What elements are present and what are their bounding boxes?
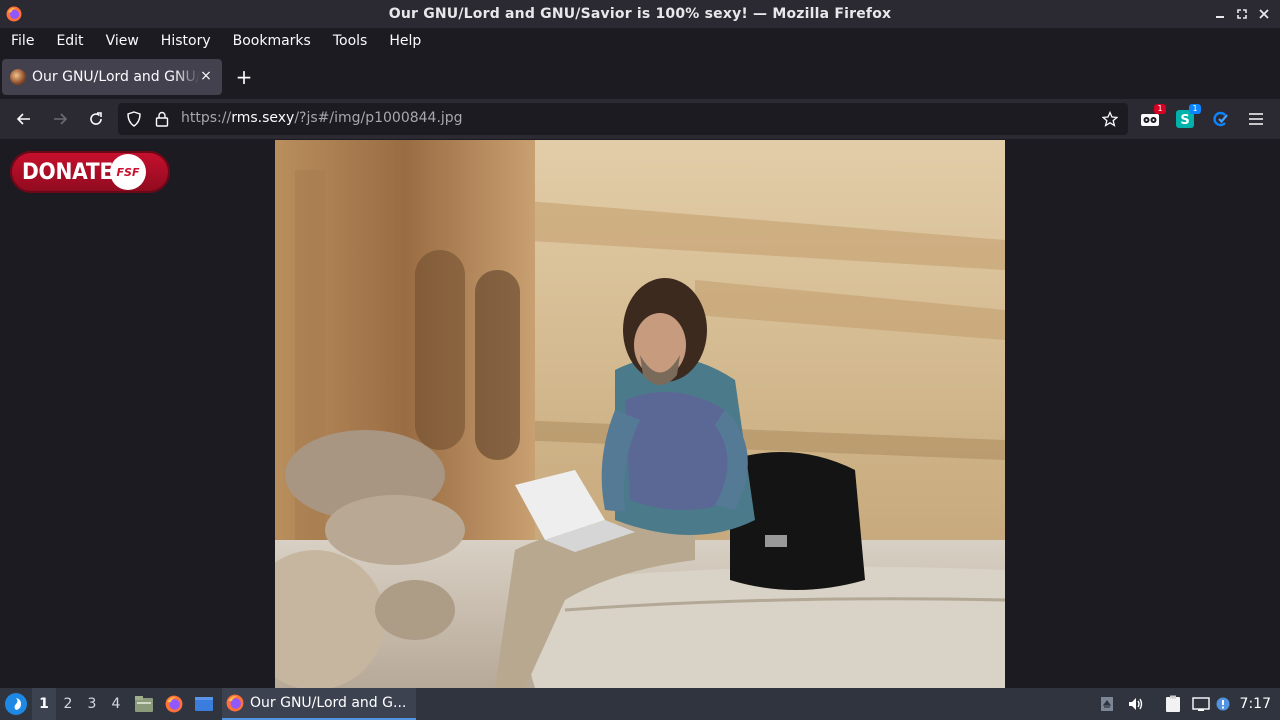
firefox-icon: [165, 695, 183, 713]
photo-main-image: [275, 140, 1005, 688]
desktop-launcher[interactable]: [193, 688, 215, 720]
updates-notification-icon[interactable]: [1214, 688, 1232, 720]
network-icon[interactable]: [1190, 688, 1212, 720]
taskbar-window-firefox[interactable]: Our GNU/Lord and G...: [222, 688, 416, 720]
hamburger-menu-icon: [1249, 113, 1263, 125]
url-bar[interactable]: https://rms.sexy/?js#/img/p1000844.jpg: [118, 103, 1128, 135]
workspace-4[interactable]: 4: [104, 688, 128, 720]
donate-button[interactable]: DONATE FSF: [10, 151, 170, 193]
menu-bar: File Edit View History Bookmarks Tools H…: [0, 28, 1280, 55]
menu-view[interactable]: View: [95, 28, 150, 55]
tray-eject-icon[interactable]: [1098, 688, 1116, 720]
maximize-icon[interactable]: [1234, 6, 1250, 22]
extension-badge: 1: [1189, 104, 1201, 114]
tab-strip: Our GNU/Lord and GNU/Savior is 100% sexy…: [0, 55, 1280, 99]
page-content: DONATE FSF: [0, 139, 1280, 688]
donate-label: DONATE: [22, 159, 114, 185]
reload-icon: [90, 112, 102, 125]
firefox-icon: [226, 694, 244, 712]
distro-logo-icon: [14, 698, 21, 710]
tab-label: Our GNU/Lord and GNU/Savior is 100% sexy…: [32, 69, 200, 85]
forward-arrow-icon: [54, 113, 68, 125]
menu-history[interactable]: History: [150, 28, 222, 55]
volume-icon[interactable]: [1126, 688, 1146, 720]
s-extension-icon[interactable]: S 1: [1173, 104, 1201, 131]
start-menu-button[interactable]: [5, 693, 27, 715]
lock-icon[interactable]: [155, 111, 169, 127]
workspace-2[interactable]: 2: [56, 688, 80, 720]
app-menu-button[interactable]: [1244, 107, 1268, 131]
url-text[interactable]: https://rms.sexy/?js#/img/p1000844.jpg: [181, 110, 463, 126]
menu-file[interactable]: File: [0, 28, 45, 55]
window-titlebar: Our GNU/Lord and GNU/Savior is 100% sexy…: [0, 0, 1280, 28]
reload-button[interactable]: [84, 107, 108, 131]
back-arrow-icon: [16, 113, 30, 125]
navigation-toolbar: https://rms.sexy/?js#/img/p1000844.jpg 1…: [0, 99, 1280, 139]
workspace-1[interactable]: 1: [32, 688, 56, 720]
tab-active[interactable]: Our GNU/Lord and GNU/Savior is 100% sexy…: [2, 59, 222, 95]
eyes-extension-icon[interactable]: 1: [1138, 104, 1166, 131]
bookmark-star-icon[interactable]: [1102, 111, 1118, 127]
extension-badge: 1: [1154, 104, 1166, 114]
close-icon[interactable]: [1256, 6, 1272, 22]
photo-person-laptop-ruins: [275, 140, 1005, 688]
back-button[interactable]: [12, 107, 36, 131]
taskbar: 1 2 3 4 Our GNU/Lord and G... 7:17: [0, 688, 1280, 720]
tab-close-icon[interactable]: ×: [198, 68, 214, 84]
window-controls: [1212, 6, 1272, 22]
menu-tools[interactable]: Tools: [322, 28, 379, 55]
new-tab-button[interactable]: +: [234, 67, 254, 87]
clock: 7:17: [1239, 696, 1271, 712]
forward-button[interactable]: [48, 107, 72, 131]
firefox-icon: [6, 6, 22, 22]
fsf-logo: FSF: [110, 154, 146, 190]
workspace-3[interactable]: 3: [80, 688, 104, 720]
shield-icon[interactable]: [126, 111, 142, 127]
minimize-icon[interactable]: [1212, 6, 1228, 22]
clipboard-icon[interactable]: [1162, 688, 1184, 720]
taskbar-window-title: Our GNU/Lord and G...: [250, 695, 407, 711]
svg-text:S: S: [1180, 113, 1189, 128]
menu-bookmarks[interactable]: Bookmarks: [222, 28, 322, 55]
desktop-icon: [195, 697, 213, 711]
folder-icon: [135, 696, 153, 712]
site-favicon-icon: [10, 69, 26, 85]
check-extension-icon[interactable]: [1208, 107, 1232, 131]
menu-help[interactable]: Help: [378, 28, 432, 55]
menu-edit[interactable]: Edit: [45, 28, 94, 55]
firefox-launcher[interactable]: [163, 688, 185, 720]
file-manager-launcher[interactable]: [133, 688, 155, 720]
window-title: Our GNU/Lord and GNU/Savior is 100% sexy…: [388, 6, 892, 22]
